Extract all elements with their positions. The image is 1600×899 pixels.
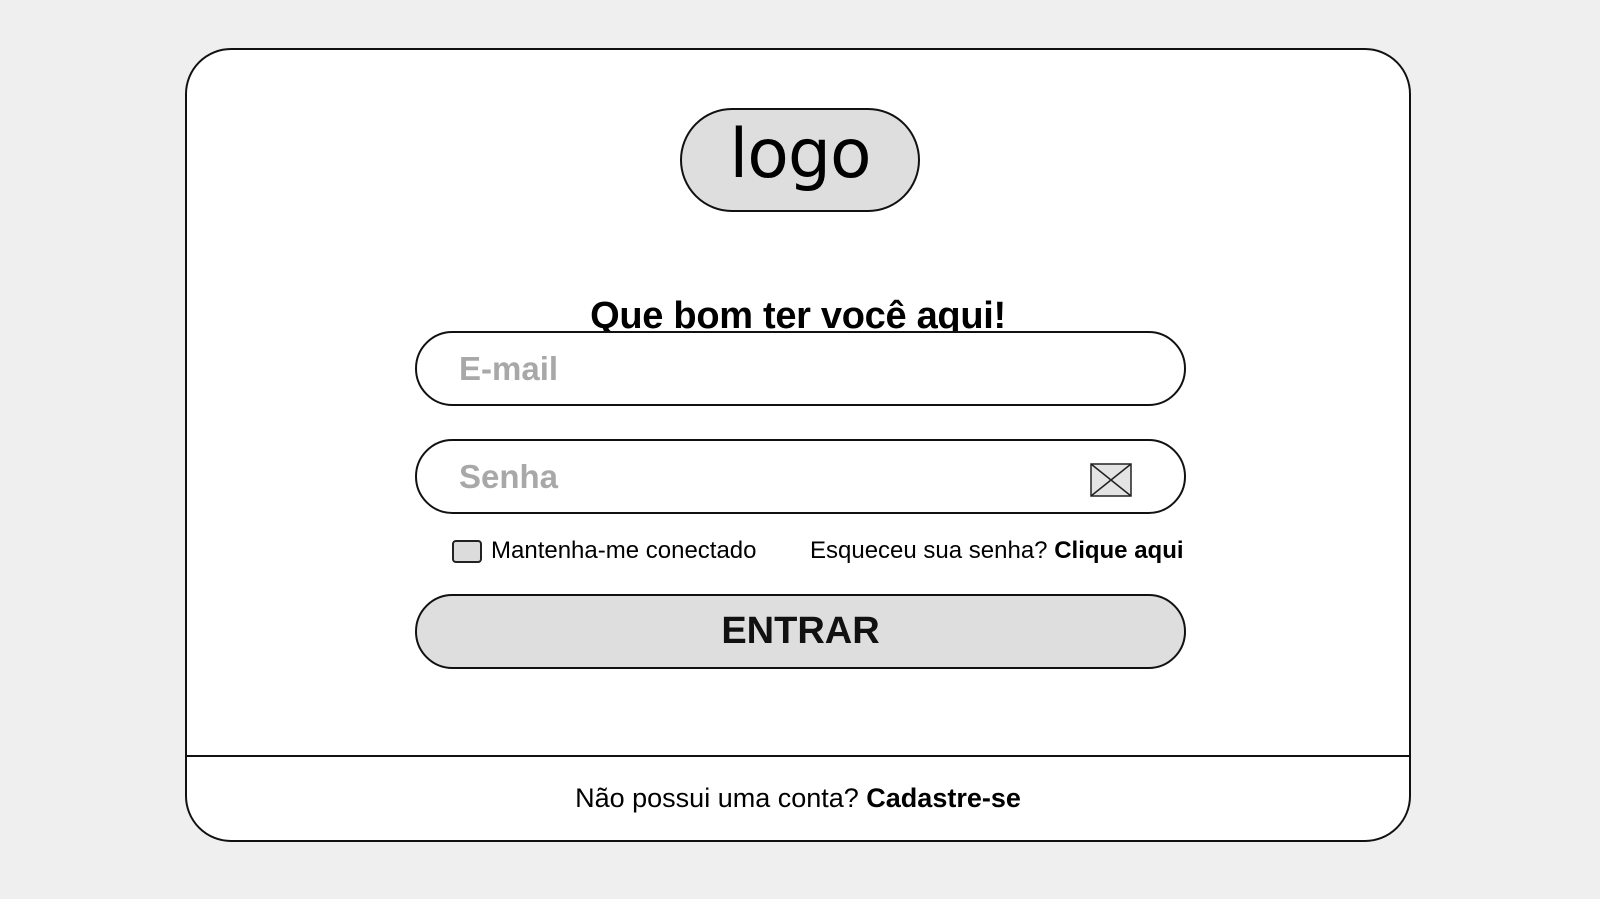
login-card: logo Que bom ter você aqui! Mantenha-me … — [185, 48, 1411, 842]
remember-label: Mantenha-me conectado — [491, 537, 757, 564]
image-placeholder-icon[interactable] — [1090, 463, 1132, 497]
forgot-password-link[interactable]: Clique aqui — [1054, 537, 1183, 564]
signup-text: Não possui uma conta? — [575, 783, 859, 813]
signup-link[interactable]: Cadastre-se — [866, 783, 1021, 813]
password-field-container — [415, 439, 1186, 514]
email-field-container — [415, 331, 1186, 406]
signup-prompt: Não possui uma conta? Cadastre-se — [187, 781, 1409, 815]
remember-me[interactable]: Mantenha-me conectado — [452, 536, 757, 566]
password-input[interactable] — [459, 453, 1019, 501]
remember-checkbox[interactable] — [452, 539, 482, 563]
email-input[interactable] — [459, 345, 1019, 393]
logo: logo — [680, 108, 920, 212]
logo-text: logo — [729, 115, 871, 194]
forgot-password: Esqueceu sua senha? Clique aqui — [810, 536, 1184, 566]
divider — [187, 755, 1409, 757]
forgot-text: Esqueceu sua senha? — [810, 537, 1048, 564]
login-button[interactable]: ENTRAR — [415, 594, 1186, 669]
